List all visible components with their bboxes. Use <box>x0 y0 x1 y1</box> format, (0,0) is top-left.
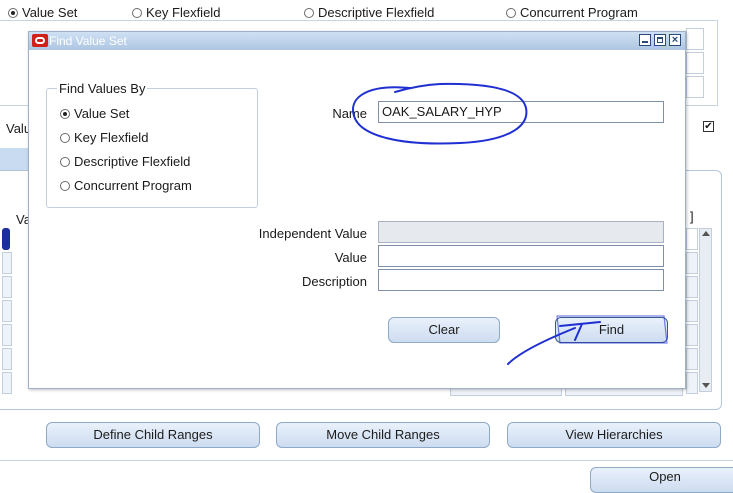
annotation-overlay <box>352 82 668 365</box>
annotation-circle <box>352 82 528 145</box>
